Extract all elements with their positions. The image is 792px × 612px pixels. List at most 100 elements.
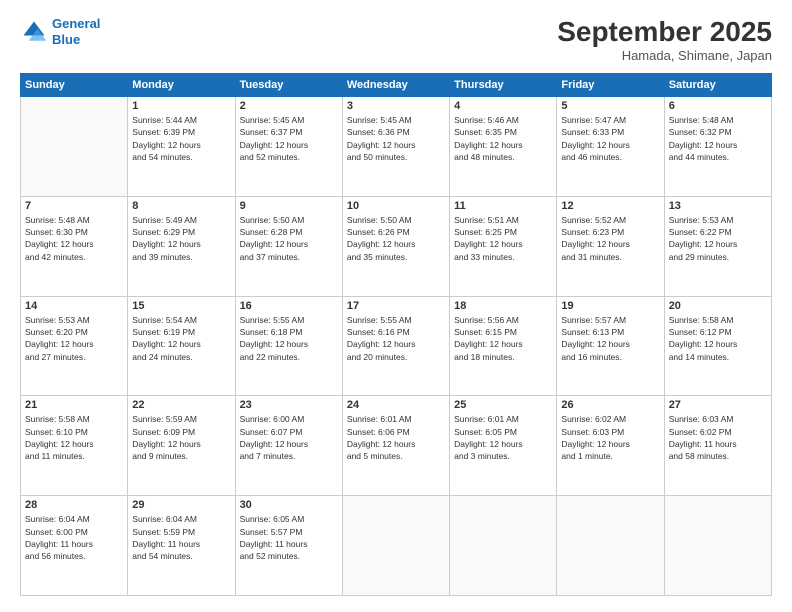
table-row: 14 Sunrise: 5:53 AM Sunset: 6:20 PM Dayli… <box>21 296 128 396</box>
table-row: 1 Sunrise: 5:44 AM Sunset: 6:39 PM Daylig… <box>128 97 235 197</box>
table-row <box>342 496 449 596</box>
day-info: Sunrise: 6:02 AM Sunset: 6:03 PM Dayligh… <box>561 413 659 462</box>
table-row: 23 Sunrise: 6:00 AM Sunset: 6:07 PM Dayli… <box>235 396 342 496</box>
col-friday: Friday <box>557 74 664 97</box>
day-info: Sunrise: 5:57 AM Sunset: 6:13 PM Dayligh… <box>561 314 659 363</box>
day-info: Sunrise: 5:58 AM Sunset: 6:10 PM Dayligh… <box>25 413 123 462</box>
day-number: 10 <box>347 200 445 212</box>
day-number: 5 <box>561 100 659 112</box>
table-row: 8 Sunrise: 5:49 AM Sunset: 6:29 PM Daylig… <box>128 196 235 296</box>
day-number: 1 <box>132 100 230 112</box>
table-row <box>450 496 557 596</box>
day-number: 3 <box>347 100 445 112</box>
day-number: 30 <box>240 499 338 511</box>
col-monday: Monday <box>128 74 235 97</box>
table-row: 17 Sunrise: 5:55 AM Sunset: 6:16 PM Dayli… <box>342 296 449 396</box>
day-number: 20 <box>669 300 767 312</box>
day-number: 18 <box>454 300 552 312</box>
table-row: 28Sunrise: 6:04 AM Sunset: 6:00 PM Dayli… <box>21 496 128 596</box>
day-number: 27 <box>669 399 767 411</box>
table-row <box>557 496 664 596</box>
col-sunday: Sunday <box>21 74 128 97</box>
day-info: Sunrise: 5:44 AM Sunset: 6:39 PM Dayligh… <box>132 114 230 163</box>
day-number: 7 <box>25 200 123 212</box>
table-row: 18 Sunrise: 5:56 AM Sunset: 6:15 PM Dayli… <box>450 296 557 396</box>
table-row: 22Sunrise: 5:59 AM Sunset: 6:09 PM Dayli… <box>128 396 235 496</box>
day-number: 9 <box>240 200 338 212</box>
day-number: 29 <box>132 499 230 511</box>
logo-icon <box>20 18 48 46</box>
day-info: Sunrise: 5:45 AM Sunset: 6:36 PM Dayligh… <box>347 114 445 163</box>
day-number: 24 <box>347 399 445 411</box>
day-info: Sunrise: 6:05 AM Sunset: 5:57 PM Dayligh… <box>240 513 338 562</box>
table-row: 16 Sunrise: 5:55 AM Sunset: 6:18 PM Dayli… <box>235 296 342 396</box>
table-row <box>664 496 771 596</box>
calendar: Sunday Monday Tuesday Wednesday Thursday… <box>20 73 772 596</box>
day-info: Sunrise: 5:56 AM Sunset: 6:15 PM Dayligh… <box>454 314 552 363</box>
day-info: Sunrise: 5:48 AM Sunset: 6:30 PM Dayligh… <box>25 214 123 263</box>
logo: General Blue <box>20 16 100 47</box>
day-info: Sunrise: 6:01 AM Sunset: 6:05 PM Dayligh… <box>454 413 552 462</box>
day-info: Sunrise: 5:46 AM Sunset: 6:35 PM Dayligh… <box>454 114 552 163</box>
month-title: September 2025 <box>557 16 772 48</box>
day-number: 14 <box>25 300 123 312</box>
table-row: 19 Sunrise: 5:57 AM Sunset: 6:13 PM Dayli… <box>557 296 664 396</box>
day-info: Sunrise: 6:01 AM Sunset: 6:06 PM Dayligh… <box>347 413 445 462</box>
table-row: 15 Sunrise: 5:54 AM Sunset: 6:19 PM Dayli… <box>128 296 235 396</box>
day-info: Sunrise: 5:55 AM Sunset: 6:18 PM Dayligh… <box>240 314 338 363</box>
day-info: Sunrise: 6:03 AM Sunset: 6:02 PM Dayligh… <box>669 413 767 462</box>
day-info: Sunrise: 5:50 AM Sunset: 6:28 PM Dayligh… <box>240 214 338 263</box>
col-thursday: Thursday <box>450 74 557 97</box>
day-info: Sunrise: 5:52 AM Sunset: 6:23 PM Dayligh… <box>561 214 659 263</box>
page: General Blue September 2025 Hamada, Shim… <box>0 0 792 612</box>
col-tuesday: Tuesday <box>235 74 342 97</box>
day-info: Sunrise: 5:53 AM Sunset: 6:22 PM Dayligh… <box>669 214 767 263</box>
table-row: 29 Sunrise: 6:04 AM Sunset: 5:59 PM Dayli… <box>128 496 235 596</box>
day-info: Sunrise: 5:59 AM Sunset: 6:09 PM Dayligh… <box>132 413 230 462</box>
day-info: Sunrise: 5:49 AM Sunset: 6:29 PM Dayligh… <box>132 214 230 263</box>
day-number: 28 <box>25 499 123 511</box>
day-info: Sunrise: 5:53 AM Sunset: 6:20 PM Dayligh… <box>25 314 123 363</box>
col-wednesday: Wednesday <box>342 74 449 97</box>
location: Hamada, Shimane, Japan <box>557 48 772 63</box>
calendar-header: Sunday Monday Tuesday Wednesday Thursday… <box>21 74 772 97</box>
table-row: 24 Sunrise: 6:01 AM Sunset: 6:06 PM Dayli… <box>342 396 449 496</box>
day-number: 11 <box>454 200 552 212</box>
day-info: Sunrise: 5:50 AM Sunset: 6:26 PM Dayligh… <box>347 214 445 263</box>
table-row: 6 Sunrise: 5:48 AM Sunset: 6:32 PM Daylig… <box>664 97 771 197</box>
logo-line2: Blue <box>52 32 80 47</box>
table-row: 20Sunrise: 5:58 AM Sunset: 6:12 PM Dayli… <box>664 296 771 396</box>
table-row <box>21 97 128 197</box>
table-row: 11 Sunrise: 5:51 AM Sunset: 6:25 PM Dayli… <box>450 196 557 296</box>
day-number: 8 <box>132 200 230 212</box>
day-number: 19 <box>561 300 659 312</box>
day-info: Sunrise: 5:45 AM Sunset: 6:37 PM Dayligh… <box>240 114 338 163</box>
table-row: 4Sunrise: 5:46 AM Sunset: 6:35 PM Daylig… <box>450 97 557 197</box>
table-row: 21 Sunrise: 5:58 AM Sunset: 6:10 PM Dayli… <box>21 396 128 496</box>
day-number: 23 <box>240 399 338 411</box>
col-saturday: Saturday <box>664 74 771 97</box>
day-number: 6 <box>669 100 767 112</box>
day-number: 21 <box>25 399 123 411</box>
day-info: Sunrise: 6:04 AM Sunset: 5:59 PM Dayligh… <box>132 513 230 562</box>
day-info: Sunrise: 5:54 AM Sunset: 6:19 PM Dayligh… <box>132 314 230 363</box>
day-number: 17 <box>347 300 445 312</box>
table-row: 5Sunrise: 5:47 AM Sunset: 6:33 PM Daylig… <box>557 97 664 197</box>
table-row: 13 Sunrise: 5:53 AM Sunset: 6:22 PM Dayli… <box>664 196 771 296</box>
day-info: Sunrise: 5:51 AM Sunset: 6:25 PM Dayligh… <box>454 214 552 263</box>
table-row: 26 Sunrise: 6:02 AM Sunset: 6:03 PM Dayli… <box>557 396 664 496</box>
day-number: 13 <box>669 200 767 212</box>
day-number: 25 <box>454 399 552 411</box>
day-number: 16 <box>240 300 338 312</box>
day-number: 12 <box>561 200 659 212</box>
day-number: 15 <box>132 300 230 312</box>
day-info: Sunrise: 6:00 AM Sunset: 6:07 PM Dayligh… <box>240 413 338 462</box>
day-info: Sunrise: 5:55 AM Sunset: 6:16 PM Dayligh… <box>347 314 445 363</box>
table-row: 30 Sunrise: 6:05 AM Sunset: 5:57 PM Dayli… <box>235 496 342 596</box>
table-row: 7 Sunrise: 5:48 AM Sunset: 6:30 PM Daylig… <box>21 196 128 296</box>
day-info: Sunrise: 5:48 AM Sunset: 6:32 PM Dayligh… <box>669 114 767 163</box>
table-row: 27 Sunrise: 6:03 AM Sunset: 6:02 PM Dayli… <box>664 396 771 496</box>
title-block: September 2025 Hamada, Shimane, Japan <box>557 16 772 63</box>
table-row: 9 Sunrise: 5:50 AM Sunset: 6:28 PM Daylig… <box>235 196 342 296</box>
day-number: 26 <box>561 399 659 411</box>
